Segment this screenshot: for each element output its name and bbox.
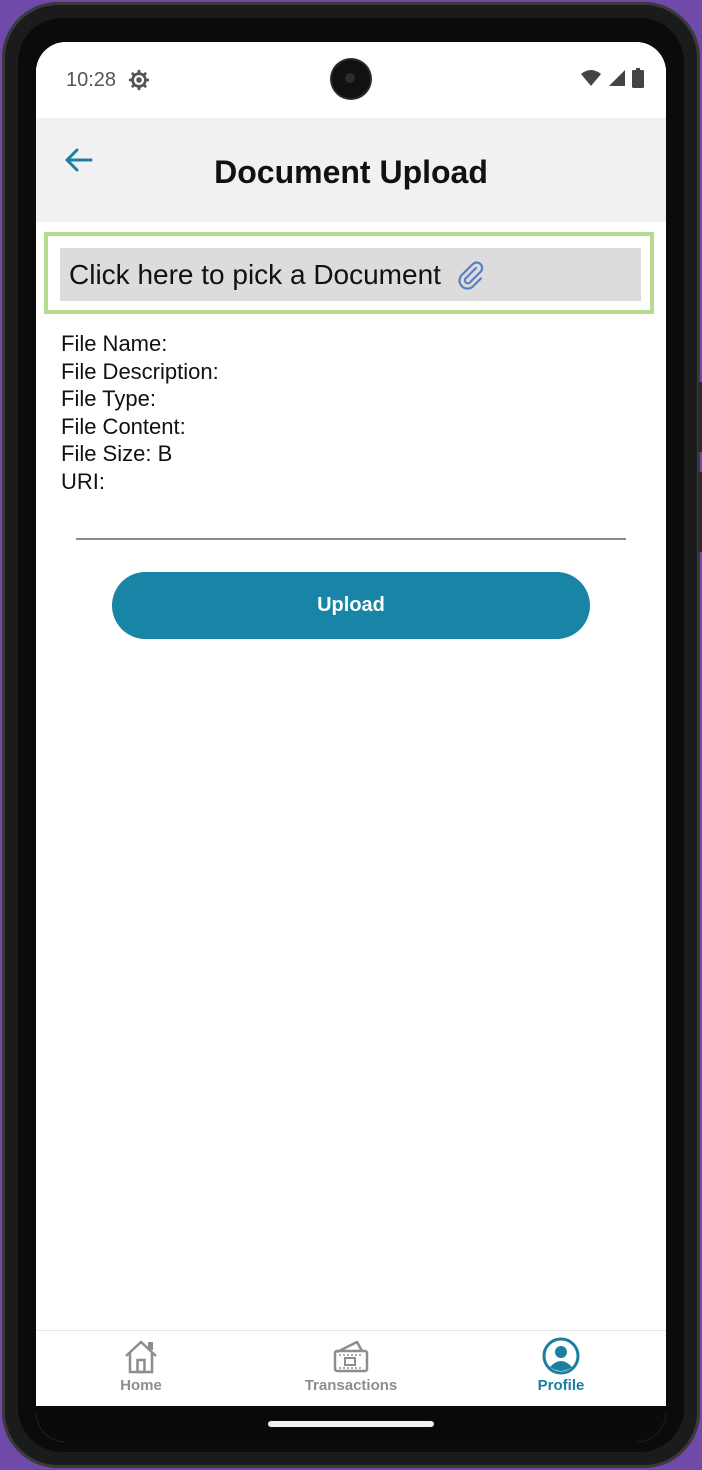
cellular-signal-icon	[609, 70, 625, 86]
uri-label: URI:	[61, 468, 105, 494]
nav-label-transactions: Transactions	[304, 1377, 398, 1394]
bottom-nav: Home Transactions Profile	[36, 1330, 666, 1407]
phone-screen: 10:28 Document Upload Click here to pick…	[36, 42, 666, 1442]
status-icons	[580, 68, 644, 88]
upload-button[interactable]: Upload	[112, 572, 590, 639]
nav-item-home[interactable]: Home	[36, 1331, 246, 1407]
nav-item-transactions[interactable]: Transactions	[246, 1331, 456, 1407]
nav-label-home: Home	[120, 1377, 162, 1394]
status-time: 10:28	[66, 69, 117, 91]
file-size-label: File Size: B	[61, 441, 173, 466]
nav-item-profile[interactable]: Profile	[456, 1331, 666, 1407]
home-gesture-handle[interactable]	[268, 1421, 434, 1427]
pick-document-label: Click here to pick a Document	[69, 258, 441, 290]
paperclip-icon	[458, 260, 484, 290]
wifi-icon	[581, 70, 601, 86]
battery-icon	[632, 68, 644, 88]
front-camera	[332, 60, 370, 98]
volume-button	[698, 382, 702, 452]
file-description-label: File Description:	[61, 358, 219, 384]
file-info: File Name: File Description: File Type: …	[61, 330, 219, 495]
gesture-bar	[36, 1406, 666, 1442]
app-header: Document Upload	[36, 118, 666, 222]
upload-button-label: Upload	[317, 594, 385, 616]
nav-label-profile: Profile	[537, 1377, 585, 1394]
file-type-label: File Type:	[61, 386, 156, 411]
pick-document-button[interactable]: Click here to pick a Document	[60, 248, 641, 301]
status-bar: 10:28	[36, 42, 666, 118]
divider	[76, 538, 626, 540]
settings-gear-icon	[128, 69, 150, 91]
power-button	[698, 472, 702, 552]
file-name-label: File Name:	[61, 331, 168, 356]
file-content-label: File Content:	[61, 413, 186, 439]
home-icon	[125, 1340, 157, 1374]
page-title: Document Upload	[214, 154, 488, 190]
profile-icon	[542, 1337, 580, 1375]
wallet-icon	[333, 1340, 369, 1373]
